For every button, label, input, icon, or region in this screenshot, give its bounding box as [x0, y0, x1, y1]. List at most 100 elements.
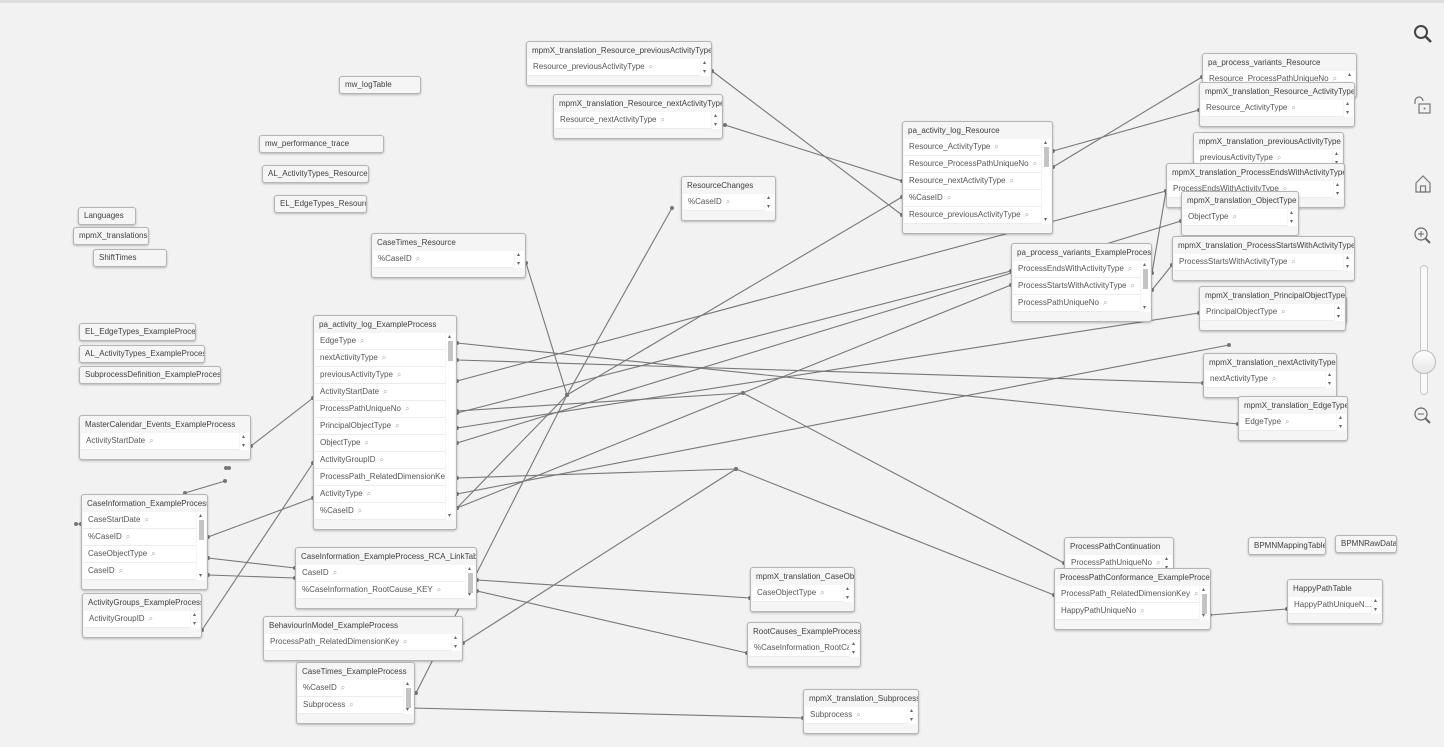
scrollbar[interactable]: ▴▾ — [844, 585, 853, 602]
scroll-thumb[interactable] — [1143, 269, 1148, 289]
scrollbar[interactable]: ▴▾ — [452, 634, 461, 651]
scroll-up-icon[interactable]: ▴ — [1336, 182, 1339, 188]
table-title[interactable]: EL_EdgeTypes_Resource — [275, 196, 366, 212]
scroll-up-icon[interactable]: ▴ — [1348, 72, 1351, 78]
table-resourcechanges[interactable]: ResourceChanges %CaseID ⌕ ▴ ▾ — [681, 176, 776, 221]
table-title[interactable]: CaseTimes_Resource — [372, 234, 525, 251]
field-row[interactable]: %CaseInformation_RootCause_KEY ⌕ — [297, 582, 465, 599]
field-row[interactable]: nextActivityType ⌕ — [1205, 371, 1325, 388]
scrollbar[interactable]: ▴▾ — [1344, 100, 1353, 117]
field-row[interactable]: ProcessEndsWithActivityType ⌕ — [1013, 261, 1140, 278]
field-row[interactable]: PrincipalObjectType ⌕ — [1201, 304, 1334, 321]
scroll-down-icon[interactable]: ▾ — [1290, 219, 1293, 225]
table-title[interactable]: RootCauses_ExampleProcess — [748, 623, 860, 640]
scroll-thumb[interactable] — [406, 688, 411, 708]
table-mw-logtable[interactable]: mw_logTable — [339, 76, 421, 94]
field-row[interactable]: ObjectType ⌕ — [315, 435, 445, 452]
field-row[interactable]: CaseObjectType ⌕ — [83, 546, 196, 563]
table-mpmx-translations[interactable]: mpmX_translations — [73, 227, 149, 245]
table-title[interactable]: MasterCalendar_Events_ExampleProcess — [80, 416, 250, 433]
field-row[interactable]: %CaseID ⌕ — [83, 529, 196, 546]
scroll-down-icon[interactable]: ▾ — [1336, 191, 1339, 197]
scroll-down-icon[interactable]: ▾ — [1374, 607, 1377, 613]
table-languages[interactable]: Languages — [78, 207, 136, 225]
table-title[interactable]: Languages — [79, 208, 135, 224]
scroll-down-icon[interactable]: ▾ — [454, 644, 457, 650]
table-title[interactable]: mpmX_translation_ProcessStartsWithActivi… — [1173, 237, 1354, 254]
scrollbar[interactable]: ▴▾ — [240, 433, 249, 450]
field-row[interactable]: Resource_previousActivityType ⌕ — [904, 207, 1041, 224]
scroll-up-icon[interactable]: ▴ — [468, 566, 471, 572]
scrollbar[interactable]: ▴▾ — [1335, 304, 1344, 321]
scrollbar[interactable]: ▴▾ — [1334, 181, 1343, 198]
scroll-thumb[interactable] — [468, 573, 473, 593]
field-row[interactable]: %CaseID ⌕ — [683, 194, 764, 211]
field-row[interactable]: Resource_previousActivityType ⌕ — [528, 59, 700, 76]
table-mpmx-translation-resource-previousactivitytype[interactable]: mpmX_translation_Resource_previousActivi… — [526, 41, 712, 86]
table-activitygroups-exampleprocess[interactable]: ActivityGroups_ExampleProcess ActivityGro… — [82, 593, 202, 638]
field-row[interactable]: ActivityStartDate ⌕ — [81, 433, 239, 450]
field-row[interactable]: HappyPathUniqueNo ⌕ — [1056, 603, 1199, 620]
field-row[interactable]: %CaseID ⌕ — [298, 680, 403, 697]
table-title[interactable]: SubprocessDefinition_ExampleProcess — [80, 367, 220, 383]
table-title[interactable]: mpmX_translations — [74, 228, 148, 244]
field-row[interactable]: ActivityType⌕ — [315, 486, 445, 503]
scroll-thumb[interactable] — [1202, 594, 1207, 614]
table-caseinformation-exampleprocess[interactable]: CaseInformation_ExampleProcess CaseStartD… — [81, 494, 208, 590]
table-title[interactable]: EL_EdgeTypes_ExampleProcess — [80, 324, 195, 340]
scroll-up-icon[interactable]: ▴ — [1165, 556, 1168, 562]
scroll-thumb[interactable] — [448, 341, 453, 361]
field-row[interactable]: Subprocess ⌕ — [298, 697, 403, 714]
table-title[interactable]: AL_ActivityTypes_ExampleProcess — [80, 346, 204, 362]
table-mpmx-translation-principalobjecttype[interactable]: mpmX_translation_PrincipalObjectType Prin… — [1199, 286, 1346, 331]
table-casetimes-resource[interactable]: CaseTimes_Resource %CaseID ⌕ ▴ ▾ — [371, 233, 526, 278]
table-title[interactable]: ProcessPathConformance_ExampleProcess — [1055, 569, 1210, 586]
table-title[interactable]: mpmX_translation_PrincipalObjectType — [1200, 287, 1345, 304]
field-row[interactable]: ActivityStartDate ⌕ — [315, 384, 445, 401]
field-row[interactable]: %CaseInformation_RootCause_KE...⌕ — [749, 640, 849, 657]
table-el-edgetypes-resource[interactable]: EL_EdgeTypes_Resource — [274, 195, 367, 213]
scroll-up-icon[interactable]: ▴ — [199, 513, 202, 519]
table-title[interactable]: HappyPathTable — [1288, 580, 1382, 597]
field-row[interactable]: ProcessPath_RelatedDimensionKey ⌕ — [265, 634, 451, 651]
table-title[interactable]: mw_performance_trace — [260, 136, 383, 152]
field-row[interactable]: Resource_ProcessPathUniqueNo ⌕ — [904, 156, 1041, 173]
scroll-down-icon[interactable]: ▾ — [242, 443, 245, 449]
table-al-activitytypes-resource[interactable]: AL_ActivityTypes_Resource — [262, 165, 369, 183]
scroll-up-icon[interactable]: ▴ — [846, 586, 849, 592]
field-row[interactable]: ProcessPathUniqueNo ⌕ — [1013, 295, 1140, 312]
field-row[interactable]: ProcessStartsWithActivityType ⌕ — [1013, 278, 1140, 295]
scroll-up-icon[interactable]: ▴ — [1346, 101, 1349, 107]
zoom-out-icon[interactable] — [1412, 405, 1434, 427]
scroll-down-icon[interactable]: ▾ — [199, 573, 202, 579]
table-title[interactable]: BPMNRawData — [1336, 536, 1396, 552]
scrollbar[interactable]: ▴▾ — [515, 251, 524, 268]
field-row[interactable]: Resource_nextActivityType ⌕ — [904, 173, 1041, 190]
scroll-up-icon[interactable]: ▴ — [517, 252, 520, 258]
field-row[interactable]: %CaseID ⌕ — [904, 190, 1041, 207]
field-row[interactable]: %CaseID ⌕ — [373, 251, 514, 268]
table-title[interactable]: mpmX_translation_Resource_previousActivi… — [527, 42, 711, 59]
scroll-down-icon[interactable]: ▾ — [1337, 314, 1340, 320]
table-mpmx-translation-objecttype[interactable]: mpmX_translation_ObjectType ObjectType ⌕ ▴ ▾ — [1181, 191, 1299, 236]
scroll-up-icon[interactable]: ▴ — [767, 195, 770, 201]
scroll-up-icon[interactable]: ▴ — [454, 635, 457, 641]
scroll-down-icon[interactable]: ▾ — [468, 592, 471, 598]
scrollbar[interactable]: ▴▾ — [850, 640, 859, 657]
unlock-icon[interactable] — [1412, 95, 1434, 117]
field-row[interactable]: EdgeType ⌕ — [1240, 414, 1336, 431]
scroll-down-icon[interactable]: ▾ — [448, 513, 451, 519]
search-icon[interactable] — [1412, 23, 1434, 45]
scroll-up-icon[interactable]: ▴ — [1143, 262, 1146, 268]
table-title[interactable]: BehaviourInModel_ExampleProcess — [264, 617, 462, 634]
table-title[interactable]: pa_activity_log_ExampleProcess — [314, 316, 456, 333]
scrollbar[interactable]: ▴▾ — [1326, 371, 1335, 388]
table-mpmx-translation-subprocess[interactable]: mpmX_translation_Subprocess Subprocess ⌕ ▴ ▾ — [803, 689, 919, 734]
field-row[interactable]: Resource_ActivityType ⌕ — [904, 139, 1041, 156]
table-title[interactable]: ResourceChanges — [682, 177, 775, 194]
table-shifttimes[interactable]: ShiftTimes — [93, 249, 167, 267]
scroll-down-icon[interactable]: ▾ — [1143, 305, 1146, 311]
scroll-down-icon[interactable]: ▾ — [852, 650, 855, 656]
table-mpmx-translation-resource-nextactivitytype[interactable]: mpmX_translation_Resource_nextActivityTy… — [553, 94, 723, 139]
scroll-down-icon[interactable]: ▾ — [1346, 110, 1349, 116]
